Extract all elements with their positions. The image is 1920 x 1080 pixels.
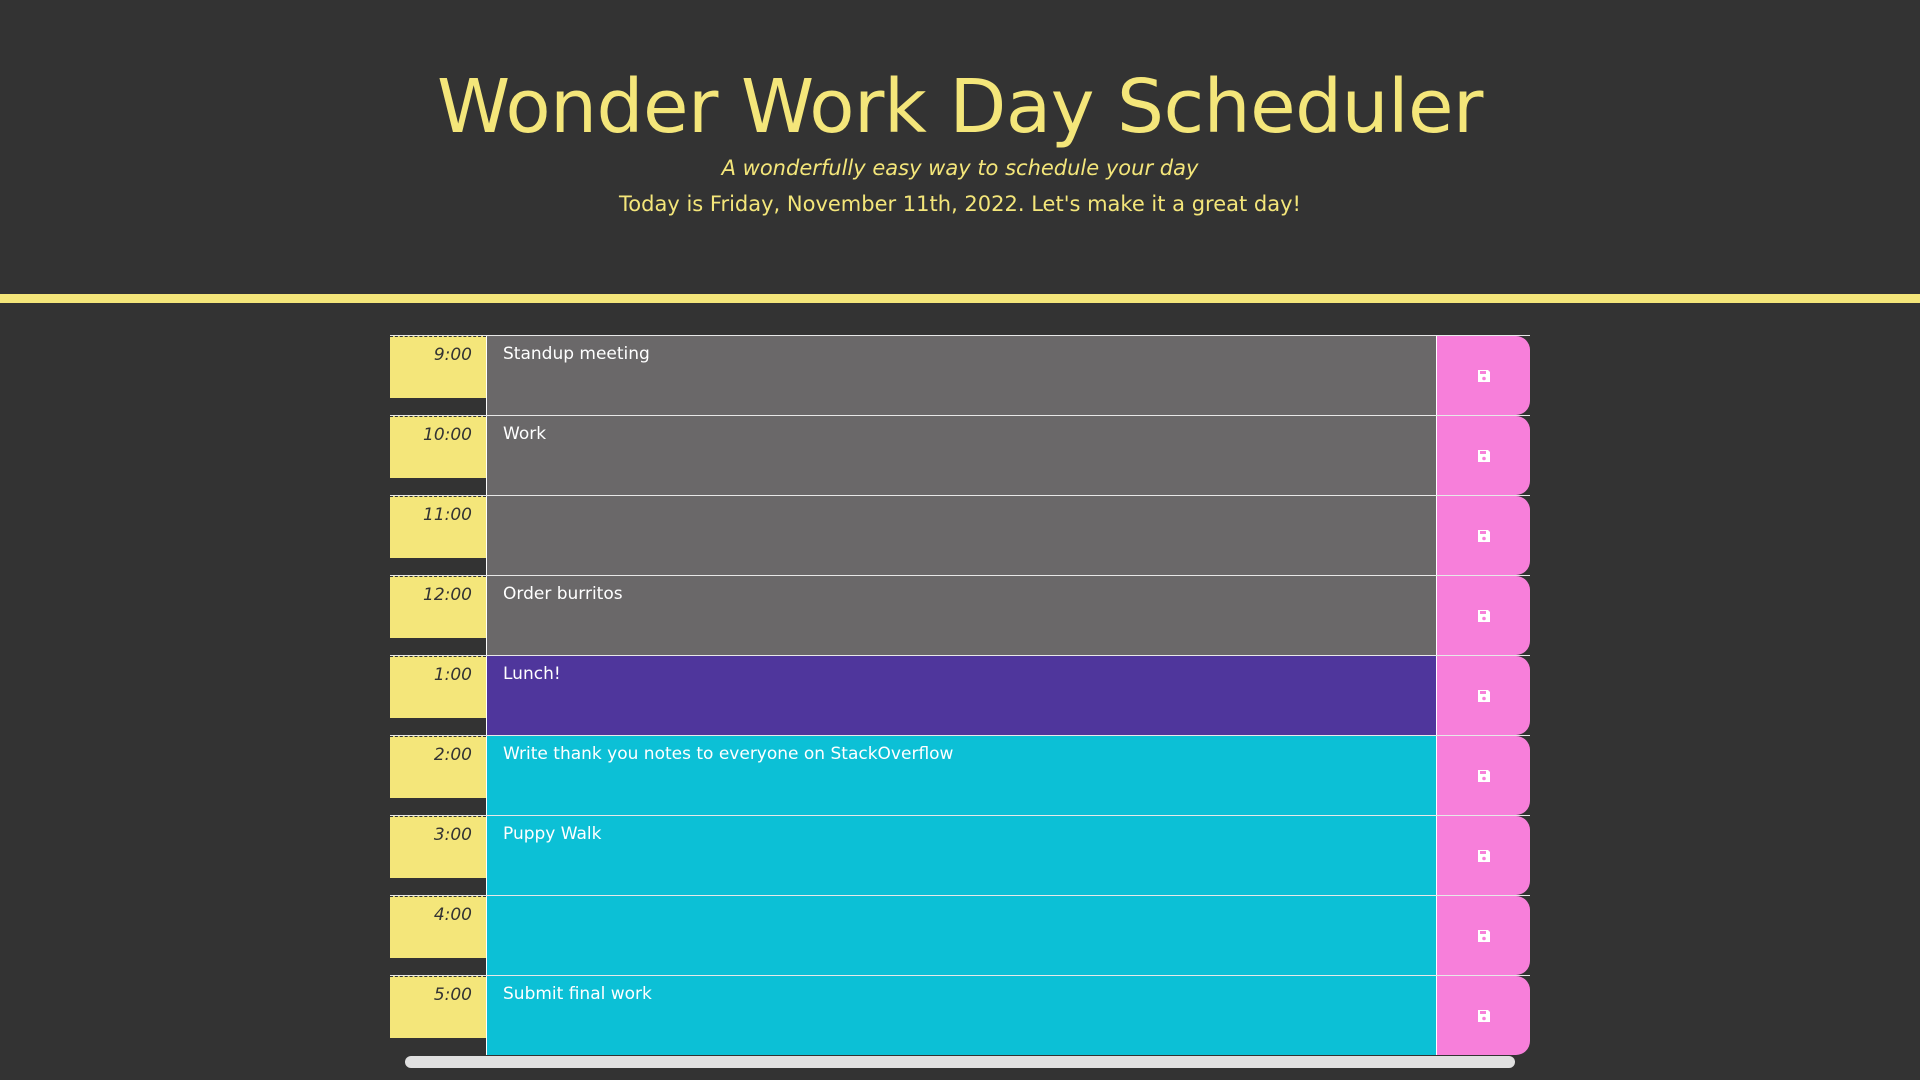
floppy-disk-icon (1477, 369, 1490, 382)
floppy-disk-icon (1477, 1009, 1490, 1022)
header-divider (0, 294, 1920, 303)
floppy-disk-icon (1477, 849, 1490, 862)
current-date: Today is Friday, November 11th, 2022. Le… (619, 192, 1301, 216)
save-button[interactable] (1436, 896, 1530, 975)
save-button[interactable] (1436, 496, 1530, 575)
hour-label: 1:00 (390, 656, 486, 718)
save-button[interactable] (1436, 416, 1530, 495)
time-block-row: 11:00 (390, 495, 1530, 575)
task-textarea[interactable] (486, 896, 1436, 975)
hour-label: 4:00 (390, 896, 486, 958)
time-block-row: 5:00 Submit final work (390, 975, 1530, 1055)
save-button[interactable] (1436, 576, 1530, 655)
task-textarea[interactable]: Order burritos (486, 576, 1436, 655)
floppy-disk-icon (1477, 769, 1490, 782)
floppy-disk-icon (1477, 609, 1490, 622)
task-textarea[interactable]: Work (486, 416, 1436, 495)
hour-label: 3:00 (390, 816, 486, 878)
save-button[interactable] (1436, 656, 1530, 735)
hour-label: 11:00 (390, 496, 486, 558)
time-block-row: 10:00 Work (390, 415, 1530, 495)
save-button[interactable] (1436, 976, 1530, 1055)
floppy-disk-icon (1477, 929, 1490, 942)
task-textarea[interactable] (486, 496, 1436, 575)
schedule-list: 9:00 Standup meeting 10:00 Work 11:00 12:00 Or… (390, 335, 1530, 1055)
save-button[interactable] (1436, 816, 1530, 895)
tagline: A wonderfully easy way to schedule your … (721, 156, 1199, 180)
page-header: Wonder Work Day Scheduler A wonderfully … (0, 0, 1920, 294)
task-textarea[interactable]: Puppy Walk (486, 816, 1436, 895)
hour-label: 9:00 (390, 336, 486, 398)
task-textarea[interactable]: Lunch! (486, 656, 1436, 735)
time-block-row: 4:00 (390, 895, 1530, 975)
horizontal-scrollbar[interactable] (405, 1056, 1515, 1068)
floppy-disk-icon (1477, 449, 1490, 462)
floppy-disk-icon (1477, 689, 1490, 702)
task-textarea[interactable]: Standup meeting (486, 336, 1436, 415)
time-block-row: 3:00 Puppy Walk (390, 815, 1530, 895)
floppy-disk-icon (1477, 529, 1490, 542)
task-textarea[interactable]: Write thank you notes to everyone on Sta… (486, 736, 1436, 815)
task-textarea[interactable]: Submit final work (486, 976, 1436, 1055)
time-block-row: 12:00 Order burritos (390, 575, 1530, 655)
save-button[interactable] (1436, 336, 1530, 415)
time-block-row: 1:00 Lunch! (390, 655, 1530, 735)
hour-label: 5:00 (390, 976, 486, 1038)
hour-label: 2:00 (390, 736, 486, 798)
time-block-row: 2:00 Write thank you notes to everyone on… (390, 735, 1530, 815)
save-button[interactable] (1436, 736, 1530, 815)
hour-label: 12:00 (390, 576, 486, 638)
time-block-row: 9:00 Standup meeting (390, 335, 1530, 415)
hour-label: 10:00 (390, 416, 486, 478)
page-title: Wonder Work Day Scheduler (437, 64, 1483, 150)
